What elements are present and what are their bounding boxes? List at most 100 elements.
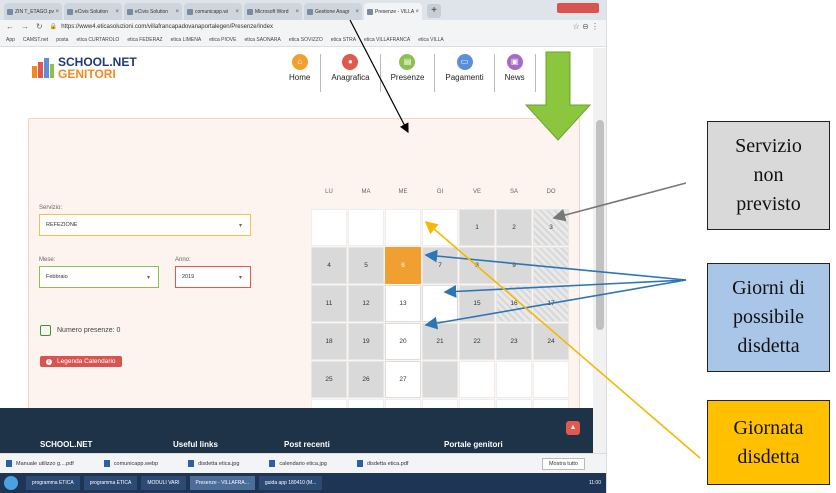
callout-servizio-non-previsto: Servizio non previsto bbox=[707, 121, 830, 230]
calendar-day[interactable]: 16 bbox=[496, 285, 532, 322]
calendar-day[interactable]: 6 bbox=[385, 247, 421, 284]
start-icon[interactable] bbox=[4, 476, 18, 490]
bookmark-item[interactable]: posta bbox=[56, 37, 68, 43]
bookmark-item[interactable]: etica STRA bbox=[331, 37, 356, 43]
calendar-day[interactable]: 1 bbox=[459, 209, 495, 246]
calendar-day[interactable]: 2 bbox=[496, 209, 532, 246]
browser-tab[interactable]: Gestione Anagr × bbox=[304, 3, 362, 20]
bookmark-item[interactable]: etica VILLAFRANCA bbox=[364, 37, 410, 43]
browser-tab[interactable]: eCivis Solution × bbox=[64, 3, 122, 20]
legenda-calendario-button[interactable]: i Legenda Calendario bbox=[40, 356, 122, 367]
calendar-day[interactable]: 20 bbox=[385, 323, 421, 360]
calendar-day[interactable]: 18 bbox=[311, 323, 347, 360]
scroll-to-top-button[interactable]: ▲ bbox=[566, 421, 580, 435]
download-item[interactable]: comunicapp.webp bbox=[103, 460, 158, 467]
taskbar-item-active[interactable]: Presenze - VILLAFRA... bbox=[189, 476, 255, 490]
anno-select[interactable]: 2019 ▾ bbox=[175, 266, 251, 288]
scrollbar-thumb[interactable] bbox=[596, 120, 604, 330]
menu-item-utente[interactable]: ● U bbox=[536, 54, 572, 92]
calendar-day[interactable]: 27 bbox=[385, 361, 421, 398]
back-icon[interactable]: ← bbox=[6, 22, 14, 31]
taskbar-item[interactable]: programma ETICA bbox=[83, 476, 138, 490]
browser-tab[interactable]: Microsoft Word × bbox=[244, 3, 302, 20]
bookmark-item[interactable]: etica LIMENA bbox=[171, 37, 202, 43]
menu-item-anagrafica[interactable]: ● Anagrafica bbox=[321, 54, 381, 92]
tab-close-icon[interactable]: × bbox=[295, 9, 299, 15]
download-item[interactable]: calendario etica.jpg bbox=[269, 460, 327, 467]
tab-close-icon[interactable]: × bbox=[55, 9, 59, 15]
menu-item-home[interactable]: ⌂ Home bbox=[279, 54, 322, 92]
presenze-text: Numero presenze: 0 bbox=[57, 327, 121, 334]
bookmark-item[interactable]: etica CURTAROLO bbox=[76, 37, 119, 43]
menu-item-presenze[interactable]: ▤ Presenze bbox=[381, 54, 436, 92]
bookmark-item[interactable]: etica FEDERAZ bbox=[127, 37, 162, 43]
calendar-icon: ▤ bbox=[399, 54, 416, 70]
calendar-day[interactable]: 23 bbox=[496, 323, 532, 360]
tab-close-icon[interactable]: × bbox=[115, 9, 119, 15]
bookmark-item[interactable]: etica SAONARA bbox=[244, 37, 280, 43]
bookmark-item[interactable]: App bbox=[6, 37, 15, 43]
calendar-day[interactable]: 11 bbox=[311, 285, 347, 322]
page-scrollbar[interactable] bbox=[593, 48, 606, 453]
tab-close-icon[interactable]: × bbox=[415, 9, 419, 15]
web-page: SCHOOL.NET GENITORI ⌂ Home ● Anagrafica ▤ P… bbox=[0, 48, 593, 453]
calendar-day[interactable]: 21 bbox=[422, 323, 458, 360]
new-tab-button[interactable]: + bbox=[427, 4, 441, 18]
calendar-day[interactable]: 25 bbox=[311, 361, 347, 398]
calendar-day[interactable]: 15 bbox=[459, 285, 495, 322]
download-item[interactable]: disdetta etica.jpg bbox=[188, 460, 239, 467]
menu-item-pagamenti[interactable]: ▭ Pagamenti bbox=[435, 54, 495, 92]
browser-tab[interactable]: eCivis Solution × bbox=[124, 3, 182, 20]
calendar-day[interactable]: 26 bbox=[348, 361, 384, 398]
calendar-day[interactable]: 4 bbox=[311, 247, 347, 284]
calendar-day[interactable]: 19 bbox=[348, 323, 384, 360]
calendar-day[interactable]: 9 bbox=[496, 247, 532, 284]
tab-close-icon[interactable]: × bbox=[175, 9, 179, 15]
calendar-day[interactable]: 12 bbox=[348, 285, 384, 322]
bookmark-item[interactable]: CAMST.net bbox=[23, 37, 48, 43]
downloads-bar: Manuale utilizzo g....pdf comunicapp.web… bbox=[0, 453, 606, 473]
calendar-day[interactable]: 7 bbox=[422, 247, 458, 284]
window-controls[interactable] bbox=[557, 3, 599, 13]
legend-label: Legenda Calendario bbox=[57, 358, 116, 365]
calendar-day[interactable]: 17 bbox=[533, 285, 569, 322]
calendar-day[interactable]: 13 bbox=[385, 285, 421, 322]
taskbar-item[interactable]: guida app 180410 (M... bbox=[258, 476, 323, 490]
bookmark-item[interactable]: etica SOVIZZO bbox=[289, 37, 323, 43]
footer-useful-links[interactable]: Useful links bbox=[173, 440, 218, 449]
calendar-day[interactable]: 3 bbox=[533, 209, 569, 246]
bookmark-item[interactable]: etica VILLA bbox=[418, 37, 444, 43]
footer-portale-genitori[interactable]: Portale genitori bbox=[444, 440, 503, 449]
url-input[interactable]: https://www4.eticasoluzioni.com/villafra… bbox=[61, 24, 273, 30]
image-file-icon bbox=[269, 460, 276, 467]
menu-label: Pagamenti bbox=[445, 73, 484, 82]
tab-close-icon[interactable]: × bbox=[235, 9, 239, 15]
browser-tab[interactable]: comunicapp.wi × bbox=[184, 3, 242, 20]
star-icon[interactable]: ☆ ⊖ ⋮ bbox=[573, 22, 599, 31]
calendar-day[interactable]: 24 bbox=[533, 323, 569, 360]
download-item[interactable]: disdetta etica.pdf bbox=[356, 460, 408, 467]
servizio-select[interactable]: REFEZIONE ▾ bbox=[39, 214, 251, 236]
forward-icon[interactable]: → bbox=[21, 22, 29, 31]
browser-tab-active[interactable]: Presenze - VILLA × bbox=[364, 3, 422, 20]
mese-value: Febbraio bbox=[46, 274, 68, 280]
download-item[interactable]: Manuale utilizzo g....pdf bbox=[6, 460, 74, 467]
bookmark-item[interactable]: etica PIOVE bbox=[209, 37, 236, 43]
pdf-file-icon bbox=[356, 460, 363, 467]
tab-close-icon[interactable]: × bbox=[355, 9, 359, 15]
browser-tab[interactable]: ZIN T_ETAGO.pv × bbox=[4, 3, 62, 20]
calendar-day[interactable]: 22 bbox=[459, 323, 495, 360]
footer-post-recenti[interactable]: Post recenti bbox=[284, 440, 330, 449]
show-all-button[interactable]: Mostra tutto bbox=[541, 457, 585, 470]
calendar-day[interactable]: 5 bbox=[348, 247, 384, 284]
mese-select[interactable]: Febbraio ▾ bbox=[39, 266, 159, 288]
image-file-icon bbox=[188, 460, 195, 467]
tab-title: Microsoft Word bbox=[255, 8, 289, 15]
menu-item-news[interactable]: ▣ News bbox=[495, 54, 536, 92]
taskbar-item[interactable]: programma ETICA bbox=[26, 476, 80, 490]
callout-line: non bbox=[753, 164, 784, 186]
school-net-logo[interactable]: SCHOOL.NET GENITORI bbox=[32, 56, 137, 80]
taskbar-item[interactable]: MODULI VARI bbox=[141, 476, 186, 490]
calendar-day[interactable]: 8 bbox=[459, 247, 495, 284]
reload-icon[interactable]: ↻ bbox=[36, 22, 43, 31]
